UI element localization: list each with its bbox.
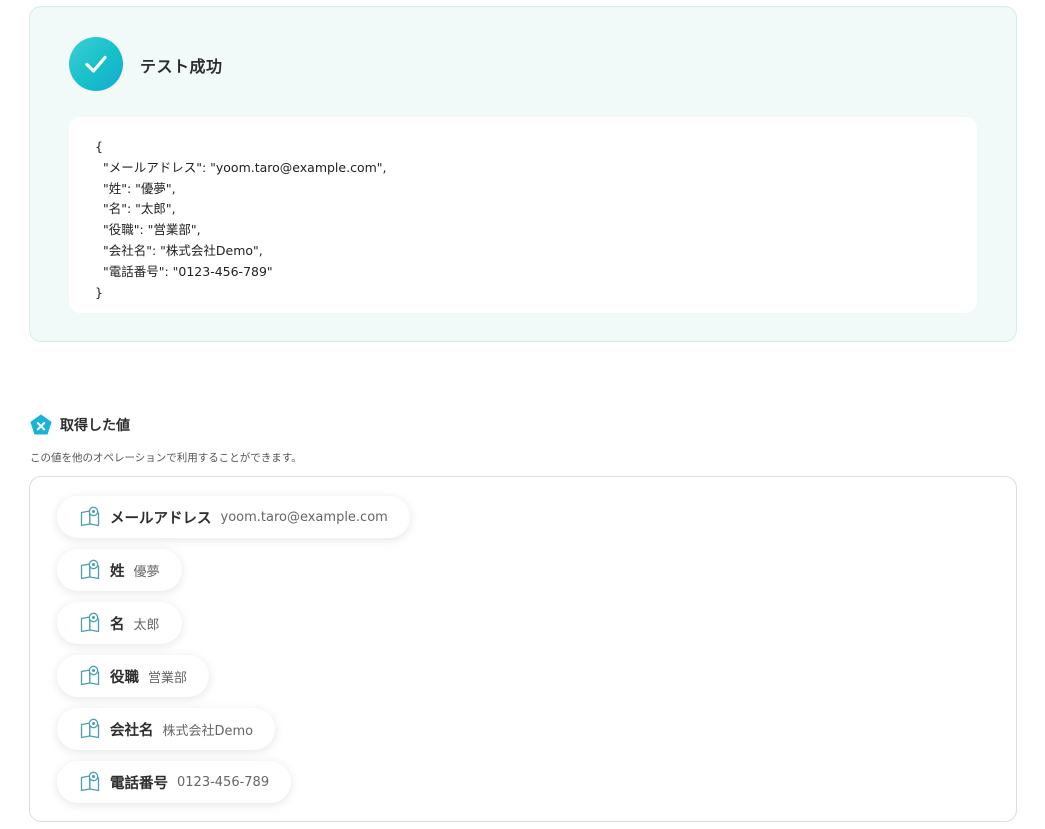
value-chip-label: 電話番号: [110, 775, 168, 792]
value-chip-value: 営業部: [148, 670, 188, 686]
obtained-values-title: 取得した値: [60, 418, 130, 434]
data-book-icon: [80, 506, 100, 527]
test-success-panel: テスト成功 { "メールアドレス": "yoom.taro@example.co…: [29, 6, 1017, 342]
value-chip-label: メールアドレス: [110, 510, 212, 527]
success-title: テスト成功: [140, 57, 223, 76]
value-chip-value: 0123-456-789: [177, 774, 270, 790]
value-chip-value: 優夢: [133, 564, 160, 580]
value-chip-email[interactable]: メールアドレス yoom.taro@example.com: [57, 496, 410, 538]
value-chip-value: 太郎: [133, 617, 160, 633]
value-chip-position[interactable]: 役職 営業部: [57, 655, 210, 697]
data-book-icon: [80, 612, 100, 633]
obtained-values-description: この値を他のオペレーションで利用することができます。: [30, 452, 302, 464]
obtained-values-heading: 取得した値: [30, 414, 130, 436]
obtained-values-panel: メールアドレス yoom.taro@example.com 姓 優夢 名 太郎 …: [29, 476, 1017, 822]
value-chip-label: 名: [110, 616, 125, 633]
value-chip-first-name[interactable]: 名 太郎: [57, 602, 182, 644]
value-chip-value: yoom.taro@example.com: [220, 509, 388, 525]
data-book-icon: [80, 559, 100, 580]
json-output-text: { "メールアドレス": "yoom.taro@example.com", "姓…: [95, 139, 387, 300]
json-output-box: { "メールアドレス": "yoom.taro@example.com", "姓…: [69, 117, 977, 313]
value-chip-company[interactable]: 会社名 株式会社Demo: [57, 708, 276, 750]
data-book-icon: [80, 718, 100, 739]
data-book-icon: [80, 665, 100, 686]
success-check-badge: [69, 37, 123, 91]
value-chip-phone[interactable]: 電話番号 0123-456-789: [57, 761, 292, 803]
check-icon: [85, 55, 107, 73]
value-chip-label: 会社名: [110, 722, 154, 739]
yoom-logo-icon: [30, 414, 52, 435]
value-chip-last-name[interactable]: 姓 優夢: [57, 549, 182, 591]
value-chip-value: 株式会社Demo: [162, 723, 254, 739]
value-chip-label: 役職: [110, 669, 139, 686]
data-book-icon: [80, 771, 100, 792]
value-chip-label: 姓: [110, 563, 125, 580]
